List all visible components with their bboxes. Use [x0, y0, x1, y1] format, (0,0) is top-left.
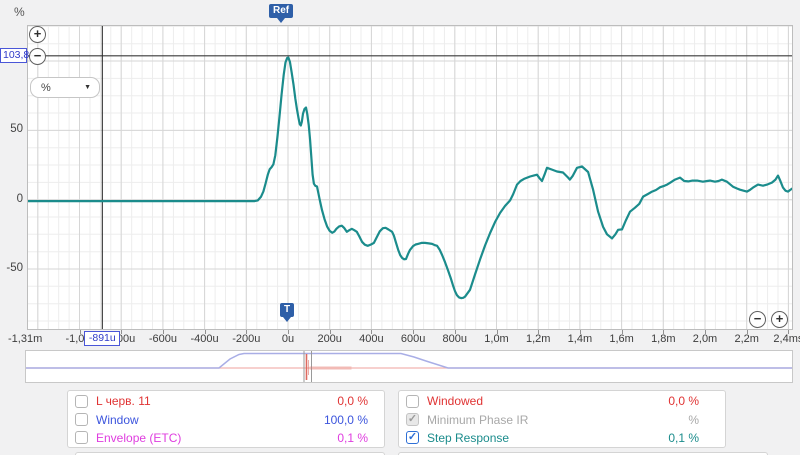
legend-row: ✓ Windowed 0,0 %: [399, 392, 725, 410]
legend-label: Step Response: [427, 431, 530, 445]
marker-pointer-icon: [277, 18, 285, 23]
legend-row: ✓ Minimum Phase IR %: [399, 410, 725, 428]
legend-value: 0,1 %: [304, 431, 368, 445]
x-tick-label: 1,6m: [609, 333, 633, 345]
step-response-chart[interactable]: [27, 25, 793, 330]
line-swatch: [530, 436, 635, 439]
impulse-overview-strip[interactable]: [25, 350, 793, 383]
x-tick-label: -600u: [149, 333, 177, 345]
checkbox[interactable]: ✓: [75, 395, 88, 408]
x-tick-label: -400u: [191, 333, 219, 345]
zoom-out-icon[interactable]: −: [749, 311, 766, 328]
legend-left-panel: ✓ L черв. 11 0,0 % ✓ Window 100,0 % ✓ En…: [67, 390, 385, 448]
checkbox[interactable]: ✓: [75, 431, 88, 444]
legend-label: Envelope (ETC): [96, 431, 304, 445]
legend-row: ✓ Window 100,0 %: [68, 410, 384, 428]
zoom-in-icon[interactable]: +: [771, 311, 788, 328]
legend-label: Windowed: [427, 394, 530, 408]
x-tick-label: 1,8m: [651, 333, 675, 345]
checkbox[interactable]: ✓: [406, 395, 419, 408]
line-swatch-slot: [530, 418, 635, 421]
ref-marker[interactable]: Ref: [269, 4, 293, 23]
legend-value: %: [635, 413, 699, 427]
x-tick-label: 2,2m: [734, 333, 758, 345]
dropdown-value: %: [41, 82, 84, 94]
x-tick-label: 2,0m: [693, 333, 717, 345]
cursor-time-readout[interactable]: -891u: [84, 331, 120, 346]
y-unit-dropdown[interactable]: % ▼: [30, 77, 100, 98]
legend-value: 0,0 %: [635, 394, 699, 408]
y-tick-label: 50: [0, 123, 23, 135]
x-tick-label: 1,4m: [568, 333, 592, 345]
app-window: % 500-50 -1,31m-1,0m-800u-600u-400u-200u…: [0, 0, 800, 455]
line-swatch-slot: [530, 400, 635, 403]
legend-label: L черв. 11: [96, 394, 304, 408]
legend-row: ✓ Step Response 0,1 %: [399, 429, 725, 447]
checkbox[interactable]: ✓: [406, 413, 419, 426]
y-tick-label: -50: [0, 262, 23, 274]
legend-value: 0,1 %: [635, 431, 699, 445]
x-tick-label: 1,2m: [526, 333, 550, 345]
legend-label: Minimum Phase IR: [427, 413, 530, 427]
x-tick-label: 400u: [359, 333, 383, 345]
checkbox[interactable]: ✓: [406, 431, 419, 444]
x-tick-label: 2,4ms: [773, 333, 800, 345]
marker-pointer-icon: [283, 317, 291, 322]
x-tick-label: 200u: [317, 333, 341, 345]
check-icon: ✓: [408, 414, 417, 425]
x-tick-label: 0u: [282, 333, 294, 345]
x-tick-label: 1,0m: [484, 333, 508, 345]
legend-row: ✓ Envelope (ETC) 0,1 %: [68, 429, 384, 447]
check-icon: ✓: [408, 432, 417, 443]
x-tick-label: 600u: [401, 333, 425, 345]
legend-row: ✓ L черв. 11 0,0 %: [68, 392, 384, 410]
y-tick-label: 0: [0, 193, 23, 205]
ref-level-readout[interactable]: 103,8: [0, 48, 27, 63]
y-axis-unit-label: %: [14, 5, 25, 19]
legend-value: 0,0 %: [304, 394, 368, 408]
time-zero-marker[interactable]: T: [280, 303, 294, 322]
x-tick-label: -1,31m: [8, 333, 42, 345]
chevron-down-icon: ▼: [84, 84, 91, 91]
x-tick-label: 800u: [443, 333, 467, 345]
zoom-in-icon[interactable]: +: [29, 26, 46, 43]
zoom-out-icon[interactable]: −: [29, 48, 46, 65]
x-tick-label: -200u: [232, 333, 260, 345]
legend-label: Window: [96, 413, 304, 427]
checkbox[interactable]: ✓: [75, 413, 88, 426]
legend-right-panel: ✓ Windowed 0,0 % ✓ Minimum Phase IR % ✓ …: [398, 390, 726, 448]
legend-value: 100,0 %: [304, 413, 368, 427]
